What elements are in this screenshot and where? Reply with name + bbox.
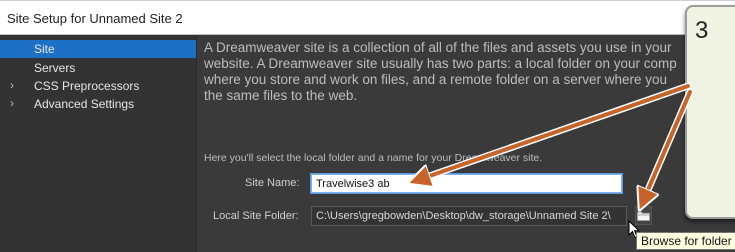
browse-tooltip: Browse for folder: [636, 232, 735, 250]
sidebar-item-label: Servers: [34, 61, 76, 75]
sidebar-item-advanced-settings[interactable]: › Advanced Settings: [0, 95, 196, 113]
description-line: A Dreamweaver site is a collection of al…: [204, 40, 672, 55]
local-folder-intro: Here you'll select the local folder and …: [204, 152, 543, 164]
dialog-titlebar: Site Setup for Unnamed Site 2: [0, 0, 735, 35]
site-description: A Dreamweaver site is a collection of al…: [204, 40, 734, 104]
site-name-input[interactable]: [311, 174, 622, 193]
site-settings-panel: A Dreamweaver site is a collection of al…: [197, 35, 735, 252]
settings-sidebar: Site Servers › CSS Preprocessors › Advan…: [0, 35, 197, 252]
sidebar-item-servers[interactable]: Servers: [0, 59, 196, 77]
sidebar-item-site[interactable]: Site: [0, 40, 196, 58]
local-site-folder-input[interactable]: [311, 206, 627, 226]
local-site-folder-label: Local Site Folder:: [213, 210, 299, 222]
chevron-right-icon[interactable]: ›: [10, 78, 14, 92]
step-callout: 3: [685, 5, 735, 219]
description-line: website. A Dreamweaver site usually has …: [204, 56, 677, 71]
description-line: where you store and work on files, and a…: [204, 72, 667, 87]
site-setup-dialog: Site Setup for Unnamed Site 2 Site Serve…: [0, 0, 735, 252]
sidebar-item-label: Advanced Settings: [34, 97, 135, 111]
step-number: 3: [695, 17, 709, 44]
sidebar-item-label: Site: [34, 42, 55, 56]
chevron-right-icon[interactable]: ›: [10, 96, 14, 110]
dialog-title: Site Setup for Unnamed Site 2: [7, 11, 183, 26]
site-name-label: Site Name:: [245, 177, 300, 189]
sidebar-item-label: CSS Preprocessors: [34, 79, 140, 93]
sidebar-item-css-preprocessors[interactable]: › CSS Preprocessors: [0, 77, 196, 95]
description-line: the same files to the web.: [204, 88, 358, 103]
